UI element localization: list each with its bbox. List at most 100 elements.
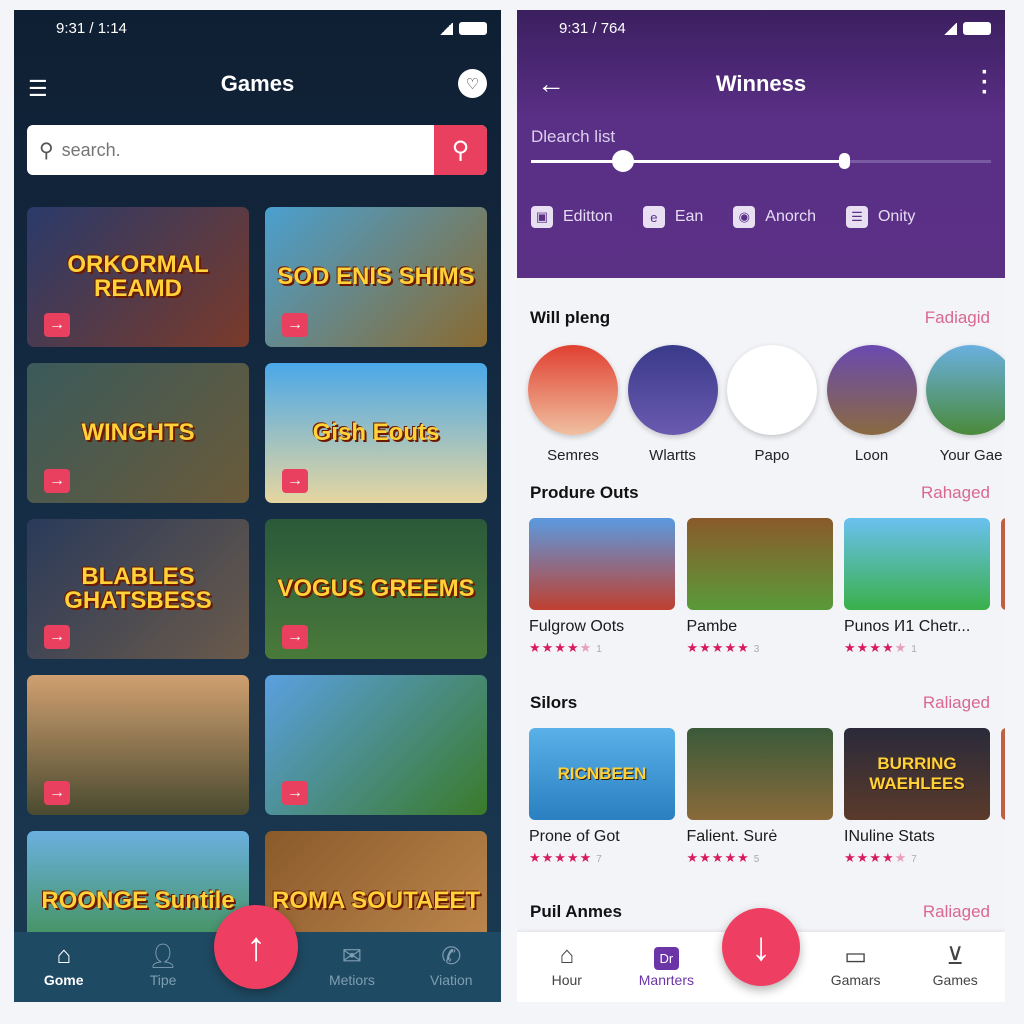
nav-games[interactable]: ⊻ Games: [905, 932, 1005, 1002]
game-name: Falient. Surė: [686, 828, 778, 845]
player-avatar[interactable]: [528, 345, 618, 435]
section-header: Produre Outs Rahaged: [530, 483, 990, 503]
chip-onity[interactable]: ☰ Onity: [845, 206, 916, 228]
open-arrow-icon[interactable]: →: [44, 313, 70, 337]
game-tile[interactable]: WINGHTS →: [27, 363, 249, 503]
section-action-link[interactable]: Rahaged: [921, 483, 990, 503]
game-name: Punos I⁄I1 Chetr...: [844, 618, 971, 635]
rating-count: 3: [753, 644, 761, 655]
game-card-image[interactable]: [686, 728, 833, 820]
game-title: SOD ENIS SHIMS: [277, 263, 475, 290]
card-art-title: BURRING WAEHLEES: [869, 754, 965, 793]
game-name: Prone of Got: [529, 828, 620, 845]
game-tile[interactable]: →: [265, 675, 487, 815]
search-input[interactable]: [53, 139, 434, 161]
open-arrow-icon[interactable]: →: [44, 781, 70, 805]
open-arrow-icon[interactable]: →: [282, 469, 308, 493]
stars-icon: ★★★★★: [844, 640, 908, 655]
section-action-link[interactable]: Raliaged: [923, 902, 990, 922]
nav-metiors[interactable]: ✉ Metiors: [302, 932, 401, 1002]
game-title: WINGHTS: [81, 419, 195, 446]
chip-label: Onity: [877, 208, 916, 225]
chip-editton[interactable]: ▣ Editton: [531, 206, 613, 228]
open-arrow-icon[interactable]: →: [44, 625, 70, 649]
section-action-link[interactable]: Fadiagid: [925, 308, 990, 328]
player-avatar[interactable]: [826, 345, 917, 435]
game-tile[interactable]: ORKORMAL REAMD →: [27, 207, 249, 347]
download-icon: ⊻: [946, 943, 964, 970]
game-title: VOGUS GREEMS: [277, 575, 475, 602]
status-time: 9:31 / 764: [559, 20, 626, 37]
chip-label: Anorch: [765, 208, 816, 225]
player-avatar[interactable]: [627, 345, 718, 435]
game-tile[interactable]: SOD ENIS SHIMS →: [265, 207, 487, 347]
rating-count: 1: [911, 644, 918, 655]
rating-count: 7: [911, 854, 918, 865]
winness-phone: 9:31 / 764 ← Winness · · · Dlearch list ▣ E…: [517, 10, 1005, 1002]
nav-gamars[interactable]: ▭ Gamars: [806, 932, 906, 1002]
favorite-heart-icon[interactable]: ♡: [458, 69, 487, 98]
avatar-label: Papo: [754, 447, 790, 464]
game-tile[interactable]: BLABLES GHATSBESS →: [27, 519, 249, 659]
game-card-partial[interactable]: [1001, 728, 1005, 820]
range-slider[interactable]: [531, 150, 991, 172]
more-options-icon[interactable]: · · ·: [981, 61, 989, 105]
game-card-image[interactable]: BURRING WAEHLEES: [844, 728, 990, 820]
open-arrow-icon[interactable]: →: [44, 469, 70, 493]
status-icons: [943, 22, 991, 35]
avatar-label: Loon: [854, 447, 889, 464]
section-title: Puil Anmes: [530, 902, 622, 921]
nav-tipe[interactable]: 👤︎ Tipe: [113, 932, 212, 1002]
game-card-partial[interactable]: [1001, 518, 1005, 610]
card-art-title: RICNBEEN: [557, 764, 647, 783]
chip-ean[interactable]: e Ean: [642, 206, 703, 228]
player-avatar[interactable]: [727, 345, 817, 435]
player-avatar[interactable]: [926, 345, 1005, 435]
game-card-image[interactable]: [529, 518, 675, 610]
game-card-image[interactable]: RICNBEEN: [529, 728, 675, 820]
nav-viation[interactable]: ✆ Viation: [402, 932, 501, 1002]
nav-hour[interactable]: ⌂ Hour: [517, 932, 617, 1002]
section-header: Will pleng Fadiagid: [530, 308, 990, 328]
stars-icon: ★★★★★: [529, 850, 593, 865]
slider-handle-max[interactable]: [838, 153, 850, 169]
download-fab[interactable]: ↓: [722, 908, 800, 986]
game-tile[interactable]: VOGUS GREEMS →: [265, 519, 487, 659]
nav-label: Hour: [551, 972, 582, 988]
search-icon: ⚲: [39, 139, 54, 162]
nav-label: Manrters: [638, 972, 694, 988]
star-rating: ★★★★★ 1: [844, 640, 918, 656]
rating-count: 5: [753, 854, 761, 865]
search-button[interactable]: ⚲: [434, 125, 487, 175]
briefcase-icon: ▣: [531, 206, 553, 228]
nav-label: Games: [932, 972, 978, 988]
scroll-up-fab[interactable]: ↑: [214, 905, 298, 989]
open-arrow-icon[interactable]: →: [282, 781, 308, 805]
game-title: BLABLES GHATSBESS: [64, 563, 212, 614]
game-card-image[interactable]: [686, 518, 833, 610]
slider-handle-min[interactable]: [612, 150, 634, 172]
open-arrow-icon[interactable]: →: [282, 625, 308, 649]
nav-manrters[interactable]: Dr Manrters: [617, 932, 717, 1002]
game-card-image[interactable]: [844, 518, 990, 610]
nav-gome[interactable]: ⌂ Gome: [14, 932, 113, 1002]
stars-icon: ★★★★★: [844, 850, 908, 865]
open-arrow-icon[interactable]: →: [282, 313, 308, 337]
game-name: Pambe: [686, 618, 738, 635]
nav-label: Viation: [430, 972, 473, 988]
game-title: ROONGE Suntile: [41, 887, 235, 914]
game-tile[interactable]: Gish Eouts →: [265, 363, 487, 503]
status-icons: [439, 22, 487, 35]
chip-anorch[interactable]: ◉ Anorch: [733, 206, 816, 228]
user-icon: 👤︎: [147, 943, 179, 970]
stars-icon: ★★★★★: [529, 640, 593, 655]
game-tile[interactable]: →: [27, 675, 249, 815]
page-title: Winness: [715, 71, 807, 96]
section-action-link[interactable]: Raliaged: [923, 693, 990, 713]
home-icon: ⌂: [56, 942, 71, 969]
search-icon: ⚲: [451, 136, 470, 164]
chip-label: Editton: [563, 208, 613, 225]
avatar-label: Semres: [547, 447, 599, 464]
signal-icon: [943, 22, 957, 35]
calendar-icon: ▭: [844, 943, 867, 970]
